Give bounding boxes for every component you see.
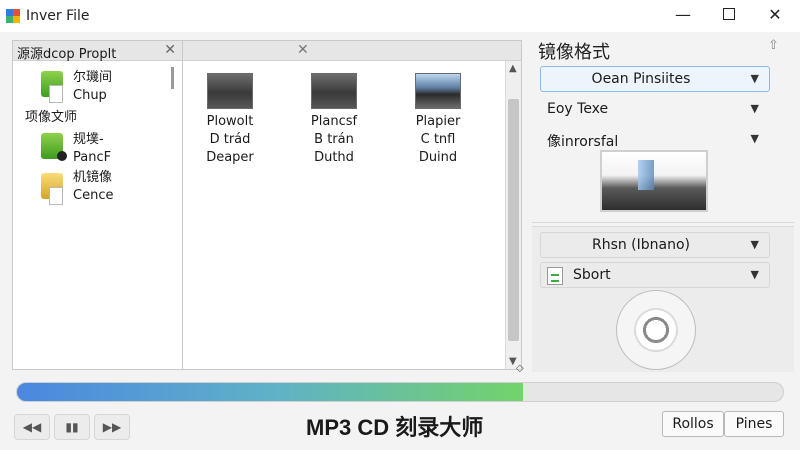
progress-bar (16, 382, 784, 402)
file-thumbnail-icon (308, 70, 357, 109)
file-3-line1: Plapier (415, 114, 461, 129)
tree-item-4-sub: Cence (73, 188, 114, 203)
panel-divider (532, 222, 794, 223)
tree-pane-close-icon[interactable]: ✕ (164, 42, 176, 58)
file-item-3[interactable]: Plapier C tnfl Duind (403, 70, 473, 167)
previous-button[interactable]: ◀◀ (14, 414, 50, 440)
folder-tree-pane: 源源dcop Proplt ✕ 尔璣间 Chup 项像文师 规墣- PancF … (12, 40, 182, 370)
file-item-1[interactable]: Plowolt D trád Deaper (195, 70, 265, 167)
tree-item-4-title: 机镜像 (73, 170, 113, 185)
app-window: Inver File — ✕ 源源dcop Proplt ✕ 尔璣间 Chup … (0, 0, 800, 450)
encoding-dropdown-value: Eoy Texe (547, 101, 609, 117)
file-list-pane: ✕ Plowolt D trád Deaper Plancsf B trán D… (182, 40, 522, 370)
file-scrollbar[interactable]: ▲ ▼ (505, 61, 521, 369)
region-dropdown[interactable]: Rhsn (Ibnano) ▼ (540, 232, 770, 258)
encoding-dropdown[interactable]: Eoy Texe ▼ (540, 96, 770, 122)
tree-pane-title: 源源dcop Proplt (17, 47, 117, 62)
image-dropdown[interactable]: 像inrorsfal ▼ (540, 126, 770, 152)
chevron-down-icon: ▼ (750, 238, 759, 251)
file-2-line2: B trán (314, 132, 354, 147)
scrollbar-thumb[interactable] (508, 99, 519, 341)
file-1-line2: D trád (209, 132, 251, 147)
file-pane-header: ✕ (183, 41, 521, 61)
pause-button[interactable]: ▮▮ (54, 414, 90, 440)
next-button[interactable]: ▶▶ (94, 414, 130, 440)
document-icon (49, 85, 63, 103)
image-dropdown-value: 像inrorsfal (547, 134, 619, 150)
tree-item-3[interactable]: 规墣- PancF (73, 131, 111, 167)
tree-item-1-title: 尔璣间 (73, 70, 113, 85)
file-2-line3: Duthd (314, 150, 354, 165)
upload-icon[interactable]: ⇧ (768, 38, 779, 53)
file-1-line1: Plowolt (206, 114, 254, 129)
tree-item-3-sub: PancF (73, 150, 112, 165)
app-logo-icon (6, 9, 20, 23)
sort-dropdown[interactable]: Sbort ▼ (540, 262, 770, 288)
image-preview (600, 150, 708, 212)
panel-title: 镜像格式 (538, 42, 610, 63)
chevron-down-icon: ▼ (750, 102, 759, 115)
document-icon (49, 187, 63, 205)
chevron-down-icon: ▼ (750, 268, 759, 281)
file-2-line1: Plancsf (310, 114, 358, 129)
file-thumbnail-icon (204, 70, 253, 109)
tree-item-1-sub: Chup (73, 88, 107, 103)
image-format-panel: 镜像格式 ⇧ Oean Pinsiites ▼ Eoy Texe ▼ 像inro… (532, 32, 794, 372)
sort-dropdown-value: Sbort (573, 267, 611, 283)
chevron-down-icon: ▼ (750, 72, 759, 85)
file-1-line3: Deaper (206, 150, 254, 165)
rollos-button[interactable]: Rollos (662, 411, 724, 437)
tree-pane-header: 源源dcop Proplt ✕ (13, 41, 182, 62)
minimize-button[interactable]: — (660, 0, 706, 28)
tree-item-1[interactable]: 尔璣间 Chup (73, 69, 112, 105)
maximize-icon (723, 8, 735, 20)
tree-item-4[interactable]: 机镜像 Cence (73, 169, 113, 205)
maximize-button[interactable] (706, 0, 752, 28)
file-item-2[interactable]: Plancsf B trán Duthd (299, 70, 369, 167)
tree-item-3-title: 规墣- (73, 132, 104, 147)
scroll-up-icon[interactable]: ▲ (509, 63, 517, 74)
sort-icon (547, 267, 563, 285)
region-dropdown-value: Rhsn (Ibnano) (591, 237, 691, 253)
file-thumbnail-icon (412, 70, 461, 109)
file-pane-close-icon[interactable]: ✕ (297, 42, 309, 58)
tree-item-2[interactable]: 项像文师 (25, 109, 77, 127)
format-dropdown[interactable]: Oean Pinsiites ▼ (540, 66, 770, 92)
file-3-line3: Duind (418, 150, 458, 165)
close-button[interactable]: ✕ (752, 0, 798, 28)
tree-scrollbar[interactable] (171, 67, 174, 89)
badge-icon (57, 151, 67, 161)
app-name-label: MP3 CD 刻录大师 (306, 415, 484, 440)
chevron-down-icon: ▼ (750, 132, 759, 145)
file-3-line2: C tnfl (420, 132, 456, 147)
format-dropdown-value: Oean Pinsiites (591, 71, 691, 87)
title-bar: Inver File — ✕ (0, 0, 800, 32)
cd-disc-icon[interactable] (616, 290, 696, 370)
pines-button[interactable]: Pines (724, 411, 784, 437)
resize-grip-icon[interactable]: ◇ (516, 363, 524, 374)
window-title: Inver File (26, 8, 90, 24)
progress-fill (17, 383, 523, 401)
